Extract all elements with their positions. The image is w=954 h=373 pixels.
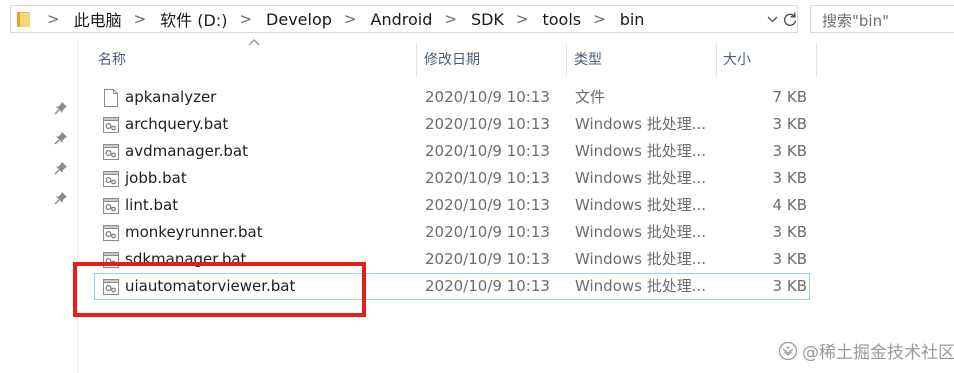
breadcrumb-drive-d[interactable]: 软件 (D:) xyxy=(160,7,227,31)
file-row[interactable]: apkanalyzer 2020/10/9 10:13 文件 7 KB xyxy=(94,84,810,111)
breadcrumb-bin[interactable]: bin xyxy=(620,10,645,29)
address-dropdown-button[interactable] xyxy=(763,6,781,32)
breadcrumb-develop[interactable]: Develop xyxy=(266,10,332,29)
file-size: 7 KB xyxy=(772,88,807,106)
column-divider[interactable] xyxy=(416,44,417,76)
file-type: Windows 批处理... xyxy=(575,277,707,295)
file-name: archquery.bat xyxy=(125,115,229,133)
file-row[interactable]: monkeyrunner.bat 2020/10/9 10:13 Windows… xyxy=(94,219,810,246)
file-size: 3 KB xyxy=(772,169,807,187)
batch-file-icon xyxy=(103,117,119,133)
batch-file-icon xyxy=(103,198,119,214)
chevron-down-icon xyxy=(767,16,777,22)
breadcrumb-separator[interactable]: > xyxy=(344,10,357,28)
file-size: 3 KB xyxy=(772,277,807,295)
file-type: Windows 批处理... xyxy=(575,223,707,241)
file-date: 2020/10/9 10:13 xyxy=(425,88,550,106)
file-date: 2020/10/9 10:13 xyxy=(425,223,550,241)
file-row[interactable]: lint.bat 2020/10/9 10:13 Windows 批处理... … xyxy=(94,192,810,219)
breadcrumb-separator[interactable]: > xyxy=(134,10,147,28)
file-type: Windows 批处理... xyxy=(575,169,707,187)
batch-file-icon xyxy=(103,225,119,241)
pin-icon[interactable] xyxy=(54,101,68,115)
refresh-icon xyxy=(784,12,797,26)
breadcrumb-this-pc[interactable]: 此电脑 xyxy=(74,7,122,31)
file-date: 2020/10/9 10:13 xyxy=(425,142,550,160)
breadcrumb-separator[interactable]: > xyxy=(593,10,606,28)
column-header-name[interactable]: 名称 xyxy=(98,44,414,74)
file-size: 4 KB xyxy=(772,196,807,214)
file-size: 3 KB xyxy=(772,115,807,133)
file-type: Windows 批处理... xyxy=(575,115,707,133)
file-row[interactable]: archquery.bat 2020/10/9 10:13 Windows 批处… xyxy=(94,111,810,138)
pin-icon[interactable] xyxy=(54,161,68,175)
column-divider[interactable] xyxy=(566,44,567,76)
file-type: Windows 批处理... xyxy=(575,196,707,214)
file-name: lint.bat xyxy=(125,196,179,214)
file-type: Windows 批处理... xyxy=(575,142,707,160)
breadcrumb-separator[interactable]: > xyxy=(516,10,529,28)
file-date: 2020/10/9 10:13 xyxy=(425,196,550,214)
refresh-button[interactable] xyxy=(783,6,797,32)
file-name: monkeyrunner.bat xyxy=(125,223,263,241)
pin-icon[interactable] xyxy=(54,131,68,145)
pin-icon[interactable] xyxy=(54,191,68,205)
address-bar[interactable]: > 此电脑 > 软件 (D:) > Develop > Android > SD… xyxy=(10,5,798,33)
breadcrumb-separator[interactable]: > xyxy=(47,10,60,28)
column-header-date[interactable]: 修改日期 xyxy=(424,44,564,74)
column-header-type[interactable]: 类型 xyxy=(574,44,714,74)
breadcrumb-separator[interactable]: > xyxy=(444,10,457,28)
file-size: 3 KB xyxy=(772,223,807,241)
file-row[interactable]: avdmanager.bat 2020/10/9 10:13 Windows 批… xyxy=(94,138,810,165)
file-size: 3 KB xyxy=(772,250,807,268)
file-date: 2020/10/9 10:13 xyxy=(425,115,550,133)
file-date: 2020/10/9 10:13 xyxy=(425,169,550,187)
file-size: 3 KB xyxy=(772,142,807,160)
watermark-text: @稀土掘金技术社区 xyxy=(802,343,954,363)
file-type: 文件 xyxy=(575,88,606,106)
breadcrumb-tools[interactable]: tools xyxy=(542,10,581,29)
watermark: @稀土掘金技术社区 xyxy=(778,338,954,363)
batch-file-icon xyxy=(103,171,119,187)
nav-pane-divider[interactable] xyxy=(77,40,78,373)
column-header-size[interactable]: 大小 xyxy=(723,44,813,74)
column-divider[interactable] xyxy=(816,44,817,76)
breadcrumb-separator[interactable]: > xyxy=(239,10,252,28)
file-type: Windows 批处理... xyxy=(575,250,707,268)
file-date: 2020/10/9 10:13 xyxy=(425,250,550,268)
search-input[interactable]: 搜索"bin" xyxy=(810,5,954,33)
breadcrumb-sdk[interactable]: SDK xyxy=(471,10,504,29)
file-date: 2020/10/9 10:13 xyxy=(425,277,550,295)
red-highlight-box xyxy=(73,262,366,317)
file-name: jobb.bat xyxy=(125,169,187,187)
breadcrumb: > 此电脑 > 软件 (D:) > Develop > Android > SD… xyxy=(47,6,644,32)
batch-file-icon xyxy=(103,144,119,160)
folder-icon xyxy=(17,12,30,27)
file-row[interactable]: jobb.bat 2020/10/9 10:13 Windows 批处理... … xyxy=(94,165,810,192)
file-name: avdmanager.bat xyxy=(125,142,248,160)
juejin-logo-icon xyxy=(778,341,798,360)
file-name: apkanalyzer xyxy=(125,88,217,106)
breadcrumb-android[interactable]: Android xyxy=(371,10,433,29)
column-divider[interactable] xyxy=(716,44,717,76)
file-icon xyxy=(104,89,118,107)
